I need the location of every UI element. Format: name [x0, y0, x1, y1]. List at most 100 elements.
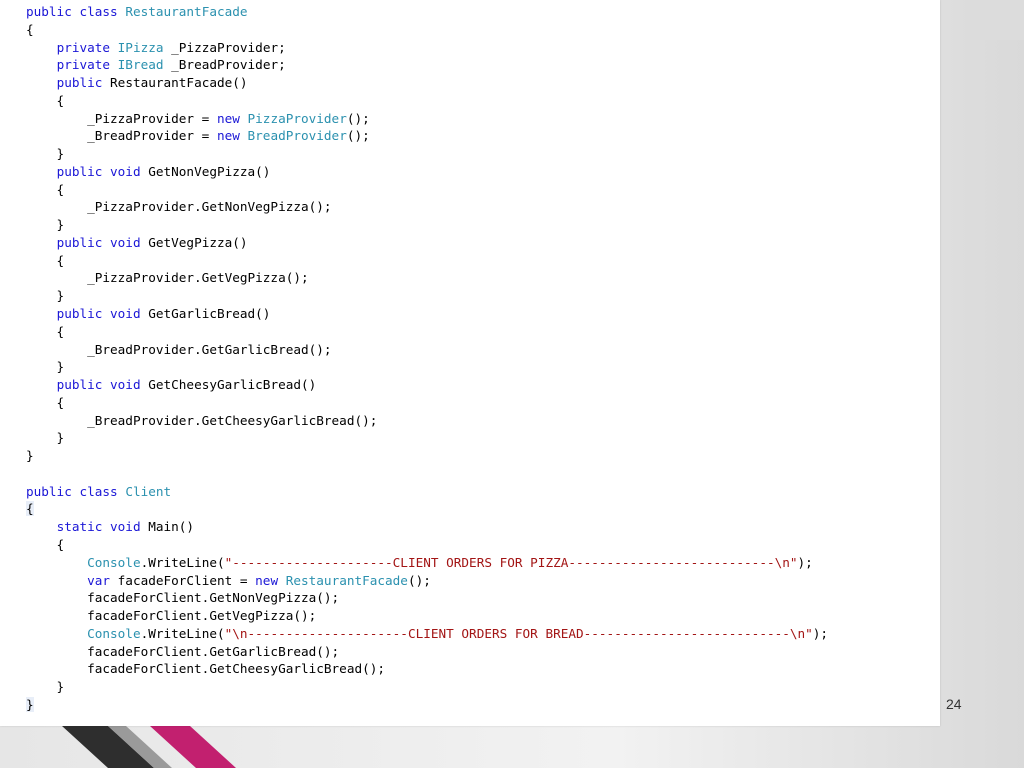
code-token: GetNonVegPizza()	[148, 163, 271, 179]
code-block: public class RestaurantFacade{ private I…	[26, 3, 828, 714]
page-number: 24	[946, 696, 962, 712]
code-line: {	[26, 536, 828, 554]
code-line: _PizzaProvider.GetVegPizza();	[26, 269, 828, 287]
code-line: facadeForClient.GetGarlicBread();	[26, 643, 828, 661]
code-token: }	[26, 146, 65, 162]
code-line: }	[26, 358, 828, 376]
code-line: public void GetVegPizza()	[26, 234, 828, 252]
code-token: public void	[56, 234, 149, 250]
code-token: IPizza	[117, 39, 164, 55]
code-token: facadeForClient.GetCheesyGarlicBread();	[26, 661, 386, 677]
code-token: _BreadProvider.GetCheesyGarlicBread();	[26, 412, 378, 428]
code-token: }	[26, 288, 65, 304]
code-token: );	[797, 554, 813, 570]
code-token: }	[26, 679, 65, 695]
code-line: private IPizza _PizzaProvider;	[26, 39, 828, 57]
code-token: public void	[56, 377, 149, 393]
code-line: }	[26, 287, 828, 305]
code-token: ();	[407, 572, 431, 588]
code-token: _PizzaProvider =	[26, 110, 217, 126]
code-line: public RestaurantFacade()	[26, 74, 828, 92]
code-token: public void	[56, 306, 149, 322]
code-line: public void GetGarlicBread()	[26, 305, 828, 323]
code-line: }	[26, 447, 828, 465]
code-token: {	[26, 181, 65, 197]
code-line: }	[26, 696, 828, 714]
code-token: GetVegPizza()	[148, 234, 248, 250]
code-token: new	[216, 128, 248, 144]
code-token: public	[56, 75, 111, 91]
code-line: }	[26, 678, 828, 696]
code-token: var	[87, 572, 118, 588]
code-token: GetGarlicBread()	[148, 306, 271, 322]
code-token: facadeForClient.GetNonVegPizza();	[26, 590, 340, 606]
code-line: facadeForClient.GetVegPizza();	[26, 607, 828, 625]
code-token: }	[26, 430, 65, 446]
code-token: static void	[56, 519, 149, 535]
code-line: public void GetNonVegPizza()	[26, 163, 828, 181]
code-token: .WriteLine(	[140, 625, 225, 641]
code-token: new	[255, 572, 286, 588]
code-token: {	[26, 252, 65, 268]
code-line: {	[26, 92, 828, 110]
code-token: IBread	[117, 57, 164, 73]
code-token: _PizzaProvider.GetVegPizza();	[26, 270, 309, 286]
code-token: {	[26, 323, 65, 339]
code-line: _BreadProvider.GetGarlicBread();	[26, 341, 828, 359]
code-token: facadeForClient =	[117, 572, 256, 588]
code-line: facadeForClient.GetNonVegPizza();	[26, 589, 828, 607]
code-line: {	[26, 394, 828, 412]
code-token: }	[26, 217, 65, 233]
code-line: }	[26, 216, 828, 234]
code-token: Console	[87, 554, 141, 570]
code-line: Console.WriteLine("---------------------…	[26, 554, 828, 572]
code-line: }	[26, 429, 828, 447]
code-token: BreadProvider	[247, 128, 347, 144]
code-token: );	[812, 625, 829, 641]
code-token: RestaurantFacade	[285, 572, 408, 588]
code-line: {	[26, 21, 828, 39]
code-token: {	[26, 21, 34, 37]
code-line: static void Main()	[26, 518, 828, 536]
code-line: {	[26, 252, 828, 270]
code-token: {	[26, 536, 65, 552]
code-token: PizzaProvider	[247, 110, 347, 126]
code-line: public void GetCheesyGarlicBread()	[26, 376, 828, 394]
code-token: private	[56, 57, 118, 73]
code-token: {	[26, 92, 65, 108]
code-line: {	[26, 323, 828, 341]
code-token: new	[216, 110, 248, 126]
code-token: {	[26, 394, 65, 410]
code-token: public class	[26, 483, 126, 499]
code-line: _PizzaProvider.GetNonVegPizza();	[26, 198, 828, 216]
code-token: facadeForClient.GetVegPizza();	[26, 608, 317, 624]
code-token: _BreadProvider =	[26, 128, 217, 144]
code-token: "---------------------CLIENT ORDERS FOR …	[224, 554, 798, 570]
code-token: RestaurantFacade	[125, 4, 248, 19]
code-token: _BreadProvider.GetGarlicBread();	[26, 341, 332, 357]
code-line: {	[26, 500, 828, 518]
code-token: Client	[125, 483, 172, 499]
code-line: _BreadProvider = new BreadProvider();	[26, 127, 828, 145]
code-line: public class RestaurantFacade	[26, 3, 828, 21]
code-line: Console.WriteLine("\n-------------------…	[26, 625, 828, 643]
code-line: facadeForClient.GetCheesyGarlicBread();	[26, 660, 828, 678]
code-token: }	[26, 359, 65, 375]
code-line: }	[26, 145, 828, 163]
right-stripe-light	[985, 0, 1024, 40]
code-token: "\n---------------------CLIENT ORDERS FO…	[224, 625, 813, 641]
code-token: _BreadProvider;	[163, 57, 286, 73]
code-token: Console	[87, 625, 141, 641]
code-line: _PizzaProvider = new PizzaProvider();	[26, 110, 828, 128]
code-token: public void	[56, 163, 149, 179]
